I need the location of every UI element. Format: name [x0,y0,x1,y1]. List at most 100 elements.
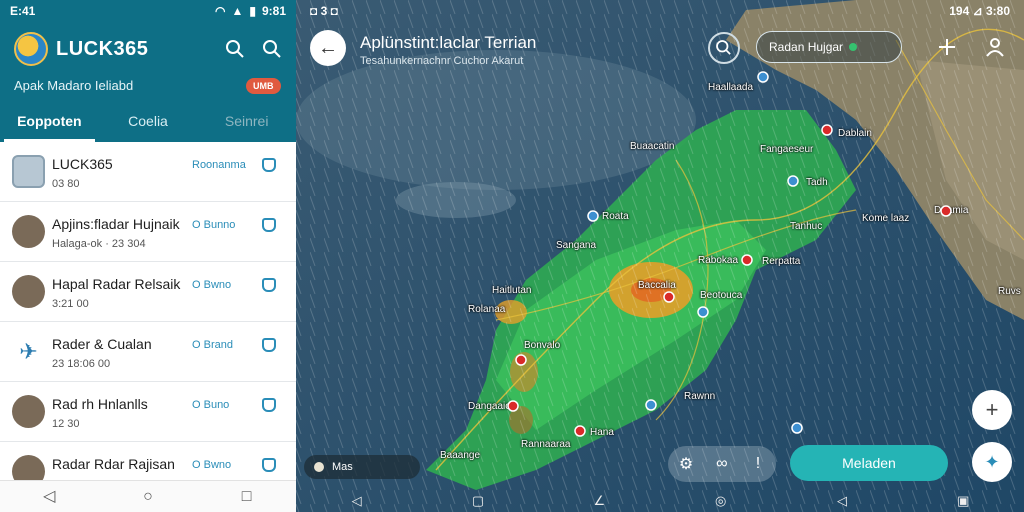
list-item[interactable]: Apjins:fladar Hujnaik Halaga-ok · 23 304… [0,202,296,262]
avatar [12,395,45,428]
status-time: E:41 [10,4,36,18]
ribbon-icon[interactable]: ✦ [972,442,1012,482]
location-pin-icon[interactable] [939,205,953,219]
square-nav-icon[interactable]: ▢ [469,493,487,509]
map-title: Aplünstint:laclar Terrian [360,33,537,52]
search-icon[interactable] [224,38,246,60]
back-button[interactable]: ← [310,30,346,66]
location-pin-icon[interactable] [506,400,520,414]
place-label: Rabokaa [698,255,739,266]
system-nav-bar: ◁ ▢ ∠ ◎ ◁ ▣ [296,490,1024,512]
image-nav-icon[interactable]: ▣ [954,493,972,509]
map-canvas [296,0,1024,512]
home-nav-icon[interactable]: ○ [139,488,157,506]
radar-map[interactable]: ◘ 3 ◘ 194 ⊿ 3:80 ← Aplünstint:laclar Ter… [296,0,1024,512]
list-item-status: Roonanma [192,159,246,171]
recents-nav-icon[interactable]: □ [238,488,256,506]
list-item-meta: Halaga-ok [52,238,103,250]
search-icon[interactable] [708,32,740,64]
brand: LUCK365 [14,32,148,66]
list-item-title: Apjins:fladar Hujnaik [52,216,180,232]
list-item-status: O Bunno [192,219,236,231]
status-bar: ◘ 3 ◘ 194 ⊿ 3:80 [296,0,1024,22]
place-label: Rawnn [684,391,716,402]
info-pin-icon[interactable] [644,398,658,412]
camera-nav-icon[interactable]: ◎ [712,493,730,509]
status-badge[interactable]: UMB [246,78,281,94]
back-nav-icon[interactable]: ◁ [40,488,58,506]
location-pin-icon[interactable] [820,124,834,138]
layer-chip[interactable]: Mas [304,455,420,479]
bell-icon[interactable] [262,158,276,172]
list-item-title: Rad rh Hnlanlls [52,396,148,412]
list-item-status: O Brand [192,339,233,351]
tab-eoppoten[interactable]: Eoppoten [0,104,99,142]
map-subtitle: Tesahunkernachnr Cuchor Akarut [360,55,524,67]
alert-icon[interactable]: ! [747,455,769,473]
list-item-subtitle: 23 18:06 00 [52,358,111,370]
status-left: ◘ 3 ◘ [310,4,338,18]
place-label: Hana [590,427,614,438]
list-item-subtitle: 03 80 [52,178,80,190]
map-toolbar: ⚙ ∞ ! [668,446,776,482]
place-label: Haallaada [708,82,754,93]
place-label: Baaange [440,450,481,461]
search-user-icon[interactable] [260,38,282,60]
avatar [12,455,45,480]
radar-list: LUCK365 03 80 Roonanma Apjins:fladar Huj… [0,142,296,480]
info-pin-icon[interactable] [586,209,600,223]
bell-icon[interactable] [262,278,276,292]
list-item[interactable]: ✈ Rader & Cualan 23 18:06 00 O Brand [0,322,296,382]
radar-layer-chip[interactable]: Radan Hujgar [756,31,902,63]
brand-logo [14,32,48,66]
bell-icon[interactable] [262,218,276,232]
list-item-status: O Bwno [192,459,232,471]
bell-icon[interactable] [262,338,276,352]
tab-coelia[interactable]: Coelia [99,104,198,142]
user-icon[interactable] [984,36,1006,58]
place-label: Tadh [806,177,828,188]
list-item-subtitle: Halaga-ok · 23 304 [52,238,146,250]
status-right: 194 ⊿ 3:80 [949,4,1010,18]
pin-icon[interactable] [936,36,958,58]
info-pin-icon[interactable] [696,305,710,319]
app-header: E:41 ◠ ▲ ▮ 9:81 LUCK365 Apak Madaro Ieli… [0,0,296,142]
angle-nav-icon[interactable]: ∠ [590,493,608,509]
back-nav-icon[interactable]: ◁ [833,493,851,509]
list-item[interactable]: Hapal Radar Relsaik 3:21 00 O Bwno [0,262,296,322]
info-pin-icon[interactable] [756,70,770,84]
avatar [12,215,45,248]
info-pin-icon[interactable] [786,174,800,188]
list-item-title: Rader & Cualan [52,336,152,352]
list-item[interactable]: Radar Rdar Rajisan O Bwno [0,442,296,480]
radar-chip-label: Radan Hujgar [769,40,844,54]
bell-icon[interactable] [262,398,276,412]
place-label: Rerpatta [762,256,801,267]
list-item-title: Hapal Radar Relsaik [52,276,181,292]
place-label: Sangana [556,240,597,251]
place-label: Rannaaraa [521,439,571,450]
avatar [12,275,45,308]
place-label: Dangaaic [468,401,511,412]
place-label: Tanhuc [790,221,823,232]
bell-icon[interactable] [262,458,276,472]
place-label: Buaacatin [630,141,675,152]
link-icon[interactable]: ∞ [711,455,733,473]
wifi-icon: ◠ [214,4,226,18]
list-item-status: O Buno [192,399,230,411]
list-item[interactable]: LUCK365 03 80 Roonanma [0,142,296,202]
location-pin-icon[interactable] [514,354,528,368]
tab-seinrei[interactable]: Seinrei [197,104,296,142]
zoom-in-button[interactable]: + [972,390,1012,430]
list-item-title: Radar Rdar Rajisan [52,456,175,472]
info-pin-icon[interactable] [790,421,804,435]
place-label: Kome laaz [862,213,910,224]
location-pin-icon[interactable] [740,254,754,268]
gear-icon[interactable]: ⚙ [675,454,697,474]
primary-action-button[interactable]: Meladen [790,445,948,481]
back-nav-icon[interactable]: ◁ [348,493,366,509]
avatar [12,155,45,188]
location-pin-icon[interactable] [662,291,676,305]
list-item[interactable]: Rad rh Hnlanlls 12 30 O Buno [0,382,296,442]
location-pin-icon[interactable] [573,425,587,439]
